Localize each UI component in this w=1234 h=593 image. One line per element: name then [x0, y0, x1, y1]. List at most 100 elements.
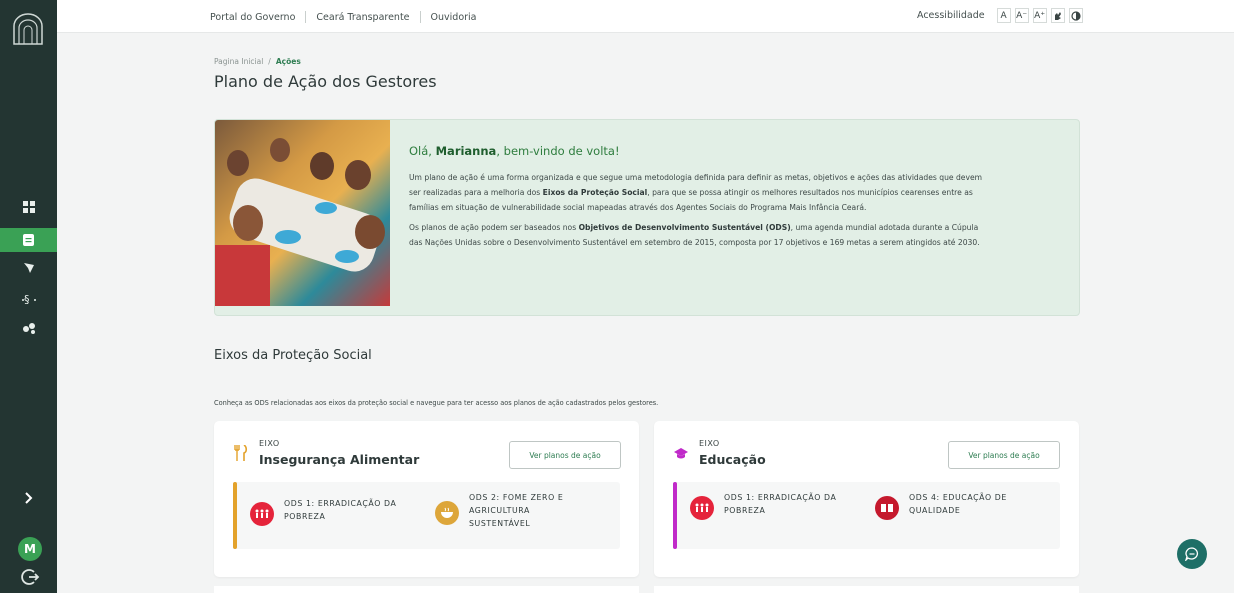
para2-highlight: Objetivos de Desenvolvimento Sustentável…: [578, 223, 791, 232]
ods-line: ODS 1: ERRADICAÇÃO DA: [284, 499, 397, 508]
eixo-name: Insegurança Alimentar: [259, 452, 420, 467]
eixo-label: EIXO: [699, 439, 720, 448]
svg-text:§: §: [24, 293, 30, 305]
divider: [305, 11, 307, 23]
welcome-banner: Olá, Marianna, bem-vindo de volta! Um pl…: [214, 119, 1080, 316]
section-title: Eixos da Proteção Social: [214, 348, 372, 363]
family-icon: [690, 496, 714, 520]
photo-child: [233, 205, 263, 241]
sidebar-item-dashboard[interactable]: [0, 195, 57, 219]
welcome-text: Olá, Marianna, bem-vindo de volta! Um pl…: [409, 144, 984, 255]
ods-label: ODS 1: ERRADICAÇÃO DA POBREZA: [724, 491, 836, 517]
ods-line: ODS 4: EDUCAÇÃO DE: [909, 493, 1007, 502]
people-icon: [22, 323, 35, 334]
ods-list: ODS 1: ERRADICAÇÃO DA POBREZA ODS 4: EDU…: [673, 482, 1060, 549]
children-photo: [215, 120, 390, 306]
chevron-right-icon: [24, 492, 32, 504]
ods-line: POBREZA: [724, 506, 766, 515]
next-card-edge: [214, 586, 639, 593]
section-description: Conheça as ODS relacionadas aos eixos da…: [214, 399, 659, 407]
ods-line: AGRICULTURA: [469, 506, 530, 515]
ods-line: POBREZA: [284, 512, 326, 521]
chat-icon: [1185, 547, 1198, 561]
accessibility-label: Acessibilidade: [917, 10, 985, 21]
font-decrease-button[interactable]: A⁻: [1014, 8, 1029, 23]
photo-shirt: [215, 245, 270, 306]
gov-links: Portal do Governo Ceará Transparente Ouv…: [210, 11, 477, 23]
document-icon: [23, 234, 34, 246]
page-title: Plano de Ação dos Gestores: [214, 72, 437, 91]
sidebar: § M: [0, 0, 57, 593]
eixo-name: Educação: [699, 452, 766, 467]
book-icon: [875, 496, 899, 520]
ods-item-4[interactable]: ODS 4: EDUCAÇÃO DE QUALIDADE: [875, 491, 1007, 520]
graduation-cap-icon: [674, 448, 688, 459]
sidebar-item-ods[interactable]: §: [0, 287, 57, 311]
eixo-card-inseguranca-alimentar: EIXO Insegurança Alimentar Ver planos de…: [214, 421, 639, 577]
para2-start: Os planos de ação podem ser baseados nos: [409, 223, 579, 232]
photo-child: [270, 138, 290, 162]
ods-line: QUALIDADE: [909, 506, 961, 515]
sidebar-item-map[interactable]: [0, 256, 57, 280]
sign-language-button[interactable]: [1050, 8, 1065, 23]
ods-item-1[interactable]: ODS 1: ERRADICAÇÃO DA POBREZA: [690, 491, 836, 520]
eixo-color-bar: [673, 482, 677, 549]
sign-language-icon: [1054, 11, 1061, 20]
user-name: Marianna: [435, 144, 497, 158]
ver-planos-button[interactable]: Ver planos de ação: [948, 441, 1060, 469]
map-pin-icon: [23, 263, 34, 273]
ods-line: SUSTENTÁVEL: [469, 519, 531, 528]
eixo-card-educacao: EIXO Educação Ver planos de ação ODS 1: …: [654, 421, 1079, 577]
divider: [419, 11, 421, 23]
top-bar: Portal do Governo Ceará Transparente Ouv…: [57, 0, 1234, 33]
link-ceara-transparente[interactable]: Ceará Transparente: [316, 12, 409, 23]
ods-icon: §: [21, 293, 36, 305]
font-default-button[interactable]: A: [996, 8, 1011, 23]
breadcrumb-home[interactable]: Pagina Inicial: [214, 57, 263, 66]
ods-item-2[interactable]: ODS 2: FOME ZERO E AGRICULTURA SUSTENTÁV…: [435, 491, 563, 530]
ods-label: ODS 1: ERRADICAÇÃO DA POBREZA: [284, 497, 396, 523]
photo-child: [345, 160, 371, 190]
contrast-icon: [1071, 10, 1081, 21]
breadcrumb-current: Ações: [275, 57, 301, 66]
ods-label: ODS 2: FOME ZERO E AGRICULTURA SUSTENTÁV…: [469, 491, 563, 530]
ods-label: ODS 4: EDUCAÇÃO DE QUALIDADE: [909, 491, 1007, 517]
ods-list: ODS 1: ERRADICAÇÃO DA POBREZA ODS 2: FOM…: [233, 482, 620, 549]
dashboard-icon: [22, 201, 35, 213]
photo-child: [355, 215, 385, 249]
expand-sidebar-button[interactable]: [0, 486, 57, 510]
link-portal-governo[interactable]: Portal do Governo: [210, 12, 295, 23]
photo-bowl: [315, 202, 337, 214]
logo-icon[interactable]: [12, 12, 44, 46]
next-card-edge: [654, 586, 1079, 593]
photo-bowl: [335, 250, 359, 263]
accessibility-bar: Acessibilidade A A⁻ A⁺: [917, 8, 1083, 23]
breadcrumb-separator: /: [268, 57, 271, 66]
intro-paragraph: Um plano de ação é uma forma organizada …: [409, 170, 984, 215]
chat-button[interactable]: [1177, 539, 1207, 569]
breadcrumb: Pagina Inicial / Ações: [214, 57, 301, 66]
avatar[interactable]: M: [18, 537, 42, 561]
link-ouvidoria[interactable]: Ouvidoria: [431, 12, 477, 23]
sidebar-item-acoes[interactable]: [0, 228, 57, 252]
eixo-label: EIXO: [259, 439, 280, 448]
utensils-icon: [234, 445, 248, 461]
bowl-icon: [435, 501, 459, 525]
sidebar-item-people[interactable]: [0, 316, 57, 340]
ods-item-1[interactable]: ODS 1: ERRADICAÇÃO DA POBREZA: [250, 497, 396, 526]
logout-icon[interactable]: [20, 567, 40, 587]
eixo-color-bar: [233, 482, 237, 549]
greeting-prefix: Olá,: [409, 144, 436, 158]
para1-highlight: Eixos da Proteção Social: [542, 188, 648, 197]
photo-bowl: [275, 230, 301, 244]
photo-child: [227, 150, 249, 176]
ods-line: ODS 2: FOME ZERO E: [469, 493, 564, 502]
photo-child: [310, 152, 334, 180]
contrast-button[interactable]: [1068, 8, 1083, 23]
family-icon: [250, 502, 274, 526]
ods-paragraph: Os planos de ação podem ser baseados nos…: [409, 220, 984, 250]
ver-planos-button[interactable]: Ver planos de ação: [509, 441, 621, 469]
font-increase-button[interactable]: A⁺: [1032, 8, 1047, 23]
greeting-suffix: , bem-vindo de volta!: [496, 144, 620, 158]
ods-line: ODS 1: ERRADICAÇÃO DA: [724, 493, 837, 502]
